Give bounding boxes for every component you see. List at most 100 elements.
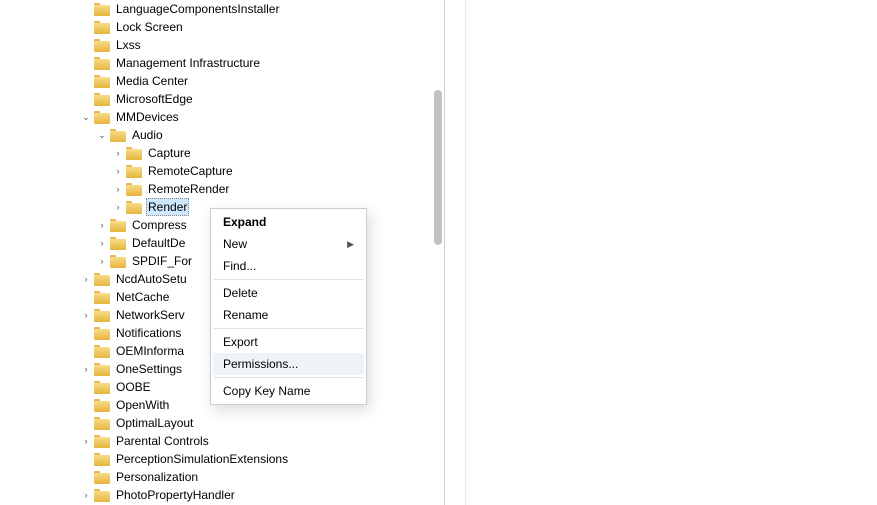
submenu-arrow-icon: ▶ [347,239,354,250]
folder-icon [110,129,126,142]
folder-icon [94,327,110,340]
folder-icon [110,237,126,250]
menu-item[interactable]: Rename [213,304,364,326]
expand-icon[interactable]: › [96,237,108,249]
folder-icon [94,93,110,106]
folder-icon [94,381,110,394]
collapse-icon[interactable]: ⌄ [96,129,108,141]
menu-item-label: Export [223,335,258,349]
values-panel [466,0,877,505]
tree-node-label[interactable]: MicrosoftEdge [114,90,195,108]
menu-item[interactable]: Find... [213,255,364,277]
menu-item[interactable]: Export [213,331,364,353]
menu-separator [214,328,363,329]
tree-node[interactable]: › PhotoPropertyHandler [80,486,444,504]
tree-node[interactable]: Media Center [80,72,444,90]
folder-icon [94,399,110,412]
tree-node-label[interactable]: NetCache [114,288,171,306]
expand-icon[interactable]: › [112,201,124,213]
tree-node[interactable]: LanguageComponentsInstaller [80,0,444,18]
tree-node-label[interactable]: Personalization [114,468,200,486]
tree-node-label[interactable]: Capture [146,144,193,162]
tree-scrollbar[interactable] [434,0,442,505]
tree-node-label[interactable]: Management Infrastructure [114,54,262,72]
tree-node-label[interactable]: OEMInforma [114,342,186,360]
menu-item-label: Permissions... [223,357,298,371]
context-menu: Expand New ▶ Find... Delete Rename Export Permi… [210,208,367,405]
tree-node[interactable]: Lxss [80,36,444,54]
folder-icon [94,57,110,70]
folder-icon [94,345,110,358]
tree-node-label[interactable]: NcdAutoSetu [114,270,189,288]
tree-node[interactable]: PerceptionSimulationExtensions [80,450,444,468]
tree-node[interactable]: › Parental Controls [80,432,444,450]
expand-icon[interactable]: › [112,165,124,177]
tree-node-label[interactable]: Media Center [114,72,190,90]
folder-icon [94,3,110,16]
folder-icon [126,147,142,160]
menu-item[interactable]: Permissions... [213,353,364,375]
tree-node[interactable]: › Capture [112,144,444,162]
menu-item-label: Find... [223,259,256,273]
tree-node-label[interactable]: OOBE [114,378,153,396]
expand-icon[interactable]: › [96,255,108,267]
menu-item[interactable]: Expand [213,211,364,233]
tree-node-label[interactable]: DefaultDe [130,234,187,252]
folder-icon [94,39,110,52]
tree-node-label[interactable]: Notifications [114,324,183,342]
expand-icon[interactable]: › [96,219,108,231]
folder-icon [126,165,142,178]
expand-icon[interactable]: › [80,309,92,321]
expand-icon[interactable]: › [112,147,124,159]
expand-icon[interactable]: › [80,273,92,285]
tree-node-label[interactable]: OneSettings [114,360,184,378]
tree-node-label[interactable]: PhotoPropertyHandler [114,486,237,504]
tree-node[interactable]: MicrosoftEdge [80,90,444,108]
tree-node-label[interactable]: Compress [130,216,189,234]
scrollbar-thumb[interactable] [434,90,442,245]
folder-icon [94,417,110,430]
folder-icon [94,363,110,376]
collapse-icon[interactable]: ⌄ [80,111,92,123]
menu-item[interactable]: Copy Key Name [213,380,364,402]
tree-node-label[interactable]: PerceptionSimulationExtensions [114,450,290,468]
menu-item-label: Copy Key Name [223,384,310,398]
menu-item[interactable]: New ▶ [213,233,364,255]
expand-icon[interactable]: › [112,183,124,195]
tree-node-label[interactable]: RemoteRender [146,180,231,198]
splitter[interactable] [445,0,466,505]
tree-node-label[interactable]: Lock Screen [114,18,185,36]
tree-node-label[interactable]: OptimalLayout [114,414,195,432]
tree-node-label[interactable]: NetworkServ [114,306,187,324]
tree-node-label[interactable]: MMDevices [114,108,181,126]
tree-node[interactable]: ⌄ Audio [96,126,444,144]
menu-separator [214,279,363,280]
tree-node-label[interactable]: Audio [130,126,165,144]
menu-item-label: Delete [223,286,258,300]
menu-item[interactable]: Delete [213,282,364,304]
tree-node-label[interactable]: OpenWith [114,396,171,414]
tree-node[interactable]: › RemoteRender [112,180,444,198]
tree-node-label[interactable]: LanguageComponentsInstaller [114,0,281,18]
tree-node-label[interactable]: RemoteCapture [146,162,235,180]
folder-icon [94,21,110,34]
tree-node-label[interactable]: Lxss [114,36,143,54]
expand-icon[interactable]: › [80,363,92,375]
tree-node[interactable]: Management Infrastructure [80,54,444,72]
tree-node-label[interactable]: Render [146,198,189,216]
tree-node-label[interactable]: Parental Controls [114,432,211,450]
tree-node[interactable]: › RemoteCapture [112,162,444,180]
folder-icon [94,111,110,124]
tree-node[interactable]: Lock Screen [80,18,444,36]
folder-icon [94,471,110,484]
folder-icon [126,201,142,214]
expand-icon[interactable]: › [80,435,92,447]
tree-node[interactable]: ⌄ MMDevices [80,108,444,126]
folder-icon [94,291,110,304]
folder-icon [94,75,110,88]
tree-node-label[interactable]: SPDIF_For [130,252,194,270]
tree-node[interactable]: Personalization [80,468,444,486]
expand-icon[interactable]: › [80,489,92,501]
tree-node[interactable]: OptimalLayout [80,414,444,432]
menu-item-label: New [223,237,247,251]
